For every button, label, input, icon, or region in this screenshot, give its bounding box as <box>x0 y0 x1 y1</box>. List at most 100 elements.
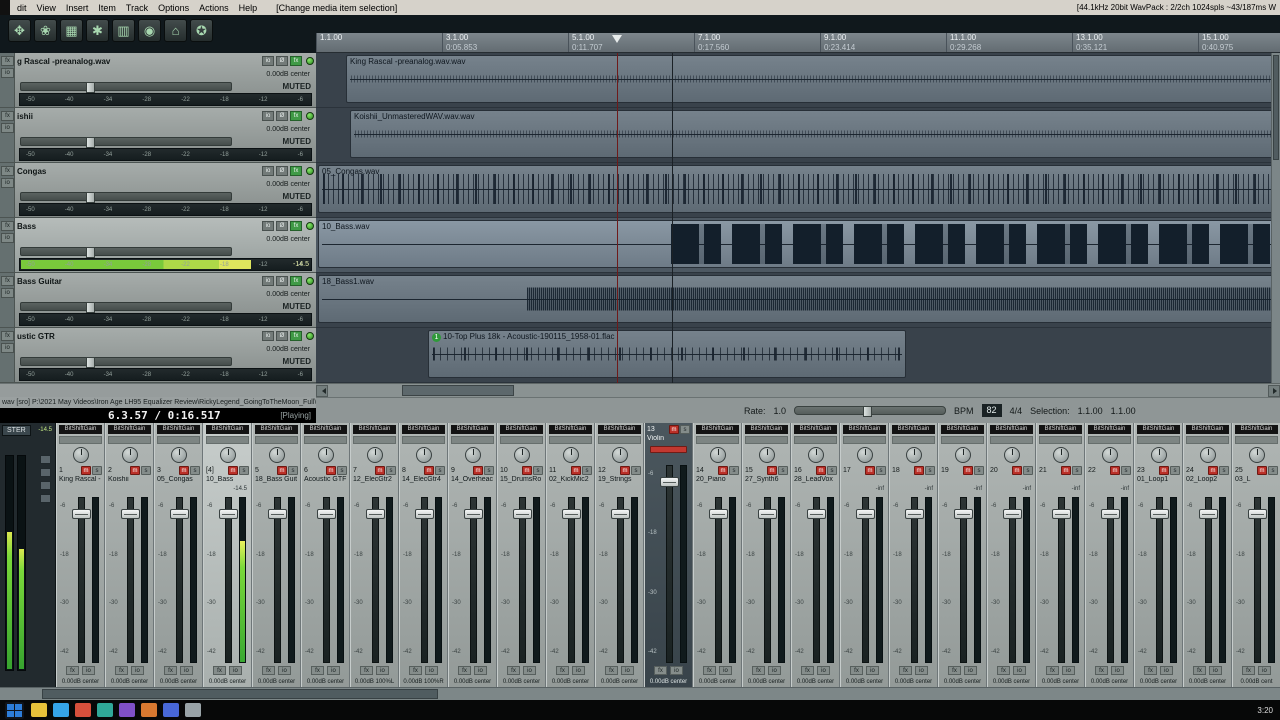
mute-button[interactable]: m <box>1012 465 1022 475</box>
toolbar-icon[interactable]: ◉ <box>138 19 161 42</box>
mixer-strip[interactable]: BitShiftGain 5 m s 18_Bass Guit -6 -18 -30… <box>252 423 301 687</box>
fader-thumb[interactable] <box>1199 509 1218 519</box>
solo-button[interactable]: s <box>141 465 151 475</box>
fader-thumb[interactable] <box>219 509 238 519</box>
fx-insert-slot[interactable]: BitShiftGain <box>598 425 641 434</box>
fx-insert-slot[interactable]: BitShiftGain <box>255 425 298 434</box>
fx-insert-slot[interactable]: BitShiftGain <box>696 425 739 434</box>
pan-knob[interactable] <box>513 447 530 463</box>
fx-button[interactable]: fx <box>290 111 302 121</box>
media-item[interactable]: Koishii_UnmasteredWAV.wav.wav <box>350 110 1278 158</box>
fx-insert-slot[interactable]: BitShiftGain <box>402 425 445 434</box>
solo-button[interactable]: s <box>435 465 445 475</box>
fx-button[interactable]: fx <box>1144 666 1157 675</box>
fx-empty-slot[interactable] <box>500 436 543 444</box>
fx-button[interactable]: fx <box>290 221 302 231</box>
io-button[interactable]: io <box>964 666 977 675</box>
strip-name[interactable] <box>1086 476 1133 486</box>
fader-thumb[interactable] <box>464 509 483 519</box>
track-panel[interactable]: fx io ishii io Ø fx 0.00dB center MUTED <box>0 108 316 163</box>
io-button[interactable]: io <box>572 666 585 675</box>
io-button[interactable]: io <box>229 666 242 675</box>
strip-name[interactable]: Acoustic GTF <box>302 476 349 486</box>
track-lane[interactable]: 05_Congas.wav <box>316 163 1280 218</box>
pan-knob[interactable] <box>415 447 432 463</box>
pan-knob[interactable] <box>1052 447 1069 463</box>
solo-button[interactable]: s <box>827 465 837 475</box>
strip-name[interactable]: 19_Strings <box>596 476 643 486</box>
fx-button[interactable]: fx <box>360 666 373 675</box>
mixer-strip[interactable]: BitShiftGain 22 m s -inf -6 -18 -30 -42 <box>1085 423 1134 687</box>
solo-button[interactable]: s <box>1268 465 1278 475</box>
io-button[interactable]: io <box>523 666 536 675</box>
fx-empty-slot[interactable] <box>451 436 494 444</box>
volume-fader[interactable] <box>20 302 232 313</box>
fx-empty-slot[interactable] <box>990 436 1033 444</box>
record-arm-button[interactable] <box>306 112 314 120</box>
strip-name[interactable] <box>988 476 1035 486</box>
strip-name[interactable]: 15_DrumsRo <box>498 476 545 486</box>
mute-button[interactable]: m <box>816 465 826 475</box>
volume-fader[interactable] <box>20 82 232 93</box>
fader-thumb[interactable] <box>1248 509 1267 519</box>
mixer-strip[interactable]: BitShiftGain 10 m s 15_DrumsRo -6 -18 -30-… <box>497 423 546 687</box>
volume-fader[interactable] <box>1254 497 1261 663</box>
io-button[interactable]: io <box>1258 666 1271 675</box>
mixer-strip[interactable]: 13 m s Violin -6 -18 -30 -42 fx io 0.00d… <box>644 423 693 687</box>
volume-fader[interactable] <box>20 192 232 203</box>
fx-button[interactable]: fx <box>1046 666 1059 675</box>
phase-button[interactable]: Ø <box>276 331 288 341</box>
volume-fader[interactable] <box>519 497 526 663</box>
solo-button[interactable]: s <box>876 465 886 475</box>
master-strip[interactable]: STER -14.5 <box>0 423 56 687</box>
pan-knob[interactable] <box>1150 447 1167 463</box>
fx-button[interactable]: fx <box>1242 666 1255 675</box>
fx-empty-slot[interactable] <box>941 436 984 444</box>
io-button[interactable]: io <box>1 233 14 243</box>
media-item[interactable]: 10_Bass.wav <box>318 220 1278 268</box>
volume-fader[interactable] <box>1009 497 1016 663</box>
pan-knob[interactable] <box>170 447 187 463</box>
io-button[interactable]: io <box>262 56 274 66</box>
fx-insert-slot[interactable]: BitShiftGain <box>304 425 347 434</box>
track-name[interactable]: ishii <box>17 112 260 121</box>
fader-thumb[interactable] <box>86 357 96 368</box>
fader-thumb[interactable] <box>1150 509 1169 519</box>
fx-button[interactable]: fx <box>605 666 618 675</box>
strip-name[interactable]: 02_KickMic2 <box>547 476 594 486</box>
fx-button[interactable]: fx <box>1193 666 1206 675</box>
mute-button[interactable]: m <box>81 465 91 475</box>
fx-empty-slot[interactable] <box>304 436 347 444</box>
fader-thumb[interactable] <box>513 509 532 519</box>
io-button[interactable]: io <box>768 666 781 675</box>
mute-button[interactable]: m <box>1257 465 1267 475</box>
mixer-strip[interactable]: BitShiftGain 12 m s 19_Strings -6 -18 -30-… <box>595 423 644 687</box>
menu-item[interactable]: View <box>32 3 61 13</box>
io-button[interactable]: io <box>425 666 438 675</box>
mute-button[interactable]: m <box>1110 465 1120 475</box>
io-button[interactable]: io <box>866 666 879 675</box>
mute-button[interactable]: m <box>130 465 140 475</box>
solo-button[interactable]: s <box>533 465 543 475</box>
fader-thumb[interactable] <box>366 509 385 519</box>
arrange-horizontal-scrollbar[interactable] <box>316 383 1280 397</box>
fx-empty-slot[interactable] <box>157 436 200 444</box>
strip-name[interactable]: Koishii <box>106 476 153 486</box>
mute-button[interactable]: m <box>1208 465 1218 475</box>
fx-button[interactable]: fx <box>66 666 79 675</box>
fx-button[interactable]: fx <box>1 56 14 66</box>
fx-button[interactable]: fx <box>899 666 912 675</box>
io-button[interactable]: io <box>915 666 928 675</box>
fx-insert-slot[interactable]: BitShiftGain <box>353 425 396 434</box>
master-label[interactable]: STER <box>2 425 31 436</box>
fx-button[interactable]: fx <box>213 666 226 675</box>
fx-insert-slot[interactable]: BitShiftGain <box>108 425 151 434</box>
taskbar-app-icon[interactable] <box>75 703 91 717</box>
fx-empty-slot[interactable] <box>1235 436 1278 444</box>
fx-empty-slot[interactable] <box>843 436 886 444</box>
menu-item[interactable]: dit <box>12 3 32 13</box>
strip-name[interactable] <box>841 476 888 486</box>
io-button[interactable]: io <box>327 666 340 675</box>
volume-fader[interactable] <box>372 497 379 663</box>
fader-thumb[interactable] <box>1003 509 1022 519</box>
